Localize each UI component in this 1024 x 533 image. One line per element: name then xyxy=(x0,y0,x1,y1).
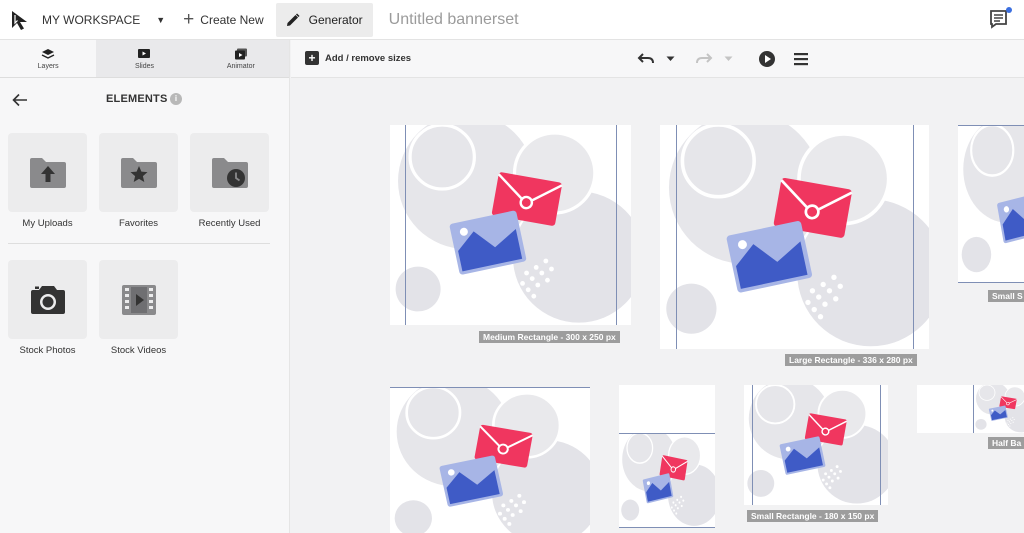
banner-artwork xyxy=(390,125,631,325)
tab-layers-label: Layers xyxy=(37,62,59,70)
guide-line xyxy=(619,527,715,528)
guide-line xyxy=(958,125,1024,126)
layers-icon xyxy=(41,48,55,59)
tile-label: Stock Videos xyxy=(110,345,167,356)
menu-icon[interactable] xyxy=(793,52,809,66)
plus-icon: + xyxy=(183,9,195,30)
add-sizes-label: Add / remove sizes xyxy=(325,52,412,64)
size-label-half-banner: Half Ba xyxy=(988,437,1024,449)
folder-star-icon xyxy=(120,157,157,188)
guide-line xyxy=(676,125,677,349)
redo-dropdown-icon[interactable] xyxy=(724,56,733,62)
guide-line xyxy=(913,125,914,349)
redo-icon[interactable] xyxy=(695,51,713,67)
tile-label: Stock Photos xyxy=(19,345,76,356)
tile-recently-used[interactable]: Recently Used xyxy=(190,133,269,229)
undo-icon[interactable] xyxy=(637,51,655,67)
guide-line xyxy=(616,125,617,325)
generator-button[interactable]: Generator xyxy=(275,2,373,37)
guide-line xyxy=(973,385,974,433)
tile-stock-videos[interactable]: Stock Videos xyxy=(99,260,178,356)
tab-animator[interactable]: Animator xyxy=(193,40,289,77)
create-new-button[interactable]: + Create New xyxy=(183,0,263,40)
size-label-medium-rectangle: Medium Rectangle - 300 x 250 px xyxy=(479,331,620,343)
cursor-logo-icon xyxy=(12,10,27,30)
sidebar-tabs: Layers Slides Animator xyxy=(0,40,289,78)
guide-line xyxy=(405,125,406,325)
folder-upload-icon xyxy=(29,157,66,188)
editor-toolbar: + Add / remove sizes xyxy=(291,40,1024,78)
document-title[interactable]: Untitled bannerset xyxy=(389,11,519,29)
banner-large-rectangle[interactable] xyxy=(660,125,929,349)
banner-artwork xyxy=(390,387,590,533)
banner-bottom-large[interactable] xyxy=(390,387,590,533)
elements-header: ELEMENTS i xyxy=(0,78,289,122)
pencil-icon xyxy=(286,12,300,26)
tile-my-uploads[interactable]: My Uploads xyxy=(8,133,87,229)
tab-slides-label: Slides xyxy=(134,62,155,70)
plus-square-icon: + xyxy=(305,51,319,65)
tile-label: My Uploads xyxy=(22,218,73,229)
create-new-label: Create New xyxy=(200,12,264,27)
workspace-label: MY WORKSPACE xyxy=(42,12,141,27)
tile-label: Favorites xyxy=(118,218,159,229)
banner-narrow[interactable] xyxy=(619,385,715,528)
animator-icon xyxy=(234,48,247,59)
film-icon xyxy=(121,284,156,315)
slides-icon xyxy=(138,48,151,58)
tile-label: Recently Used xyxy=(198,218,261,229)
banner-artwork xyxy=(619,433,715,527)
banner-artwork xyxy=(958,125,1024,283)
guide-line xyxy=(752,385,753,505)
add-remove-sizes-button[interactable]: + Add / remove sizes xyxy=(305,51,411,65)
undo-dropdown-icon[interactable] xyxy=(666,56,675,62)
guide-line xyxy=(880,385,881,505)
generator-label: Generator xyxy=(308,12,363,27)
app-logo[interactable] xyxy=(0,0,40,40)
notifications-button[interactable] xyxy=(988,7,1012,30)
banner-small-rectangle[interactable] xyxy=(744,385,888,505)
info-icon[interactable]: i xyxy=(170,93,182,105)
banner-artwork xyxy=(744,385,888,505)
banner-half-banner[interactable] xyxy=(917,385,1024,433)
top-bar: MY WORKSPACE ▼ + Create New Generator Un… xyxy=(0,0,1024,40)
size-label-small-rectangle: Small Rectangle - 180 x 150 px xyxy=(747,510,879,522)
banner-artwork xyxy=(660,125,929,349)
tab-layers[interactable]: Layers xyxy=(0,40,97,77)
notification-dot xyxy=(1006,7,1012,13)
guide-line xyxy=(390,387,590,388)
folder-clock-icon xyxy=(211,157,248,188)
left-sidebar: Layers Slides Animator ELEMENTS i My Upl… xyxy=(0,40,290,533)
back-arrow-icon[interactable] xyxy=(12,93,28,107)
banner-artwork xyxy=(974,385,1024,433)
tab-animator-label: Animator xyxy=(226,62,255,70)
guide-line xyxy=(619,433,715,434)
tab-slides[interactable]: Slides xyxy=(96,40,192,77)
guide-line xyxy=(958,282,1024,283)
divider xyxy=(8,243,270,244)
workspace-selector[interactable]: MY WORKSPACE ▼ xyxy=(40,0,165,40)
tile-stock-photos[interactable]: Stock Photos xyxy=(8,260,87,356)
caret-down-icon: ▼ xyxy=(156,14,166,25)
camera-icon xyxy=(30,285,65,314)
banner-medium-rectangle[interactable] xyxy=(390,125,631,325)
banner-small-square[interactable] xyxy=(958,125,1024,283)
elements-title: ELEMENTS xyxy=(106,93,168,105)
size-label-small-square: Small S xyxy=(988,290,1024,302)
size-label-large-rectangle: Large Rectangle - 336 x 280 px xyxy=(785,354,917,366)
tile-favorites[interactable]: Favorites xyxy=(99,133,178,229)
play-preview-icon[interactable] xyxy=(758,50,776,68)
banner-canvas[interactable]: Medium Rectangle - 300 x 250 px Large Re… xyxy=(291,79,1024,533)
